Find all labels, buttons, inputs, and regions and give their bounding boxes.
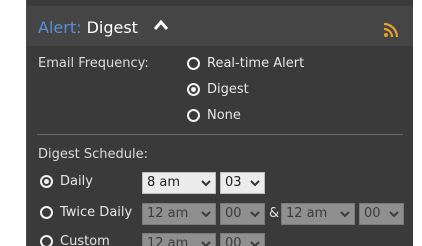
radio-twice-daily-button[interactable] [40, 206, 53, 219]
twice-daily-hour2-value: 12 am [286, 206, 328, 221]
radio-custom-button[interactable] [40, 235, 53, 246]
radio-none-label: None [207, 108, 241, 123]
chevron-down-icon [389, 211, 399, 218]
chevron-down-icon [340, 211, 350, 218]
daily-minute-select[interactable]: 03 [220, 172, 265, 194]
twice-daily-hour1-value: 12 am [147, 206, 189, 221]
custom-minute-select[interactable]: 00 [220, 233, 265, 246]
radio-custom-label: Custom [60, 234, 110, 246]
chevron-down-icon [201, 180, 211, 187]
panel-header[interactable]: Alert: Digest [27, 6, 413, 46]
radio-digest-button[interactable] [187, 83, 200, 96]
twice-daily-hour2-select[interactable]: 12 am [281, 203, 355, 225]
chevron-down-icon [250, 211, 260, 218]
alert-settings-panel: Alert: Digest Email Frequency: Real-time… [26, 0, 413, 246]
twice-daily-minute2-select[interactable]: 00 [359, 203, 404, 225]
radio-daily-label: Daily [60, 174, 93, 189]
twice-daily-minute2-value: 00 [364, 206, 381, 221]
chevron-down-icon [201, 241, 211, 246]
custom-minute-value: 00 [225, 236, 242, 246]
time-separator: & [269, 206, 280, 221]
daily-hour-select[interactable]: 8 am [142, 172, 216, 194]
daily-minute-value: 03 [225, 175, 242, 190]
radio-daily-button[interactable] [40, 175, 53, 188]
radio-none-button[interactable] [187, 109, 200, 122]
panel-title: Alert: Digest [38, 18, 138, 37]
section-divider [37, 134, 403, 135]
title-prefix: Alert: [38, 18, 82, 37]
daily-hour-value: 8 am [147, 175, 181, 190]
chevron-down-icon [250, 241, 260, 246]
twice-daily-minute1-select[interactable]: 00 [220, 203, 265, 225]
twice-daily-hour1-select[interactable]: 12 am [142, 203, 216, 225]
chevron-down-icon [250, 180, 260, 187]
rss-feed-icon[interactable] [383, 22, 399, 38]
radio-twice-daily-label: Twice Daily [60, 205, 133, 220]
digest-schedule-label: Digest Schedule: [38, 147, 148, 162]
custom-hour-value: 12 am [147, 236, 189, 246]
radio-realtime-button[interactable] [187, 57, 200, 70]
radio-realtime-label: Real-time Alert [207, 56, 305, 71]
custom-hour-select[interactable]: 12 am [142, 233, 216, 246]
email-frequency-label: Email Frequency: [38, 56, 149, 71]
chevron-up-icon[interactable] [153, 19, 169, 31]
chevron-down-icon [201, 211, 211, 218]
radio-digest-label: Digest [207, 82, 249, 97]
twice-daily-minute1-value: 00 [225, 206, 242, 221]
title-main: Digest [86, 18, 138, 37]
